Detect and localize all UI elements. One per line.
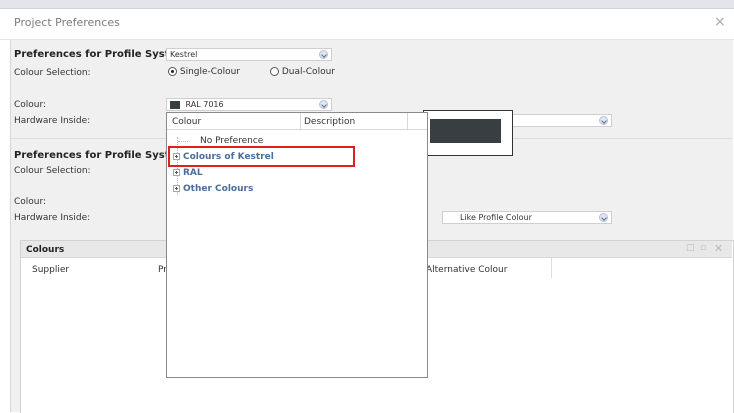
profile-system-value: Kestrel bbox=[170, 50, 198, 59]
hardware-inside-value: Like Profile Colour bbox=[460, 213, 532, 222]
hardware-inside-label: Hardware Inside: bbox=[14, 116, 91, 126]
single-colour-radio[interactable]: Single-Colour bbox=[168, 67, 240, 77]
expand-icon[interactable] bbox=[173, 169, 180, 176]
chevron-down-icon[interactable] bbox=[599, 213, 608, 222]
column-divider bbox=[551, 258, 552, 278]
highlight-annotation bbox=[168, 146, 355, 167]
hardware-inside-combo-2[interactable]: Like Profile Colour bbox=[442, 211, 612, 224]
copy-icon[interactable]: ▫ bbox=[700, 243, 706, 253]
profile-system-combo[interactable]: Kestrel bbox=[166, 48, 332, 61]
column-supplier[interactable]: Supplier bbox=[32, 265, 69, 275]
chevron-down-icon[interactable] bbox=[319, 50, 328, 59]
dropdown-column-divider bbox=[300, 113, 301, 129]
colour-label: Colour: bbox=[14, 100, 47, 110]
colour-selection-label-2: Colour Selection: bbox=[14, 166, 91, 176]
radio-selected-icon[interactable] bbox=[168, 67, 177, 76]
colour-preview-swatch bbox=[430, 119, 501, 143]
tree-item-no-preference[interactable]: No Preference bbox=[200, 136, 263, 146]
column-alternative-colour[interactable]: Alternative Colour bbox=[426, 265, 507, 275]
colours-panel-title: Colours bbox=[26, 245, 65, 255]
chevron-down-icon[interactable] bbox=[319, 100, 328, 109]
tree-item-label: Other Colours bbox=[183, 184, 254, 194]
dual-colour-label: Dual-Colour bbox=[281, 67, 335, 77]
tree-item-ral[interactable]: RAL bbox=[173, 168, 203, 178]
dropdown-column-divider bbox=[407, 113, 408, 129]
colour-selection-label: Colour Selection: bbox=[14, 68, 91, 78]
colour-swatch bbox=[170, 100, 180, 109]
window-title: Project Preferences bbox=[14, 16, 120, 29]
hardware-inside-combo[interactable] bbox=[512, 114, 612, 127]
tree-item-label: RAL bbox=[183, 168, 203, 178]
dual-colour-radio[interactable]: Dual-Colour bbox=[270, 67, 335, 77]
single-colour-label: Single-Colour bbox=[179, 67, 240, 77]
colour-label-2: Colour: bbox=[14, 197, 47, 207]
dropdown-column-description[interactable]: Description bbox=[304, 117, 355, 127]
radio-unselected-icon[interactable] bbox=[270, 67, 279, 76]
colour-value: RAL 7016 bbox=[185, 100, 224, 109]
section2-heading: Preferences for Profile System bbox=[14, 150, 187, 161]
colour-combo[interactable]: RAL 7016 bbox=[166, 98, 332, 111]
tree-item-other-colours[interactable]: Other Colours bbox=[173, 184, 253, 194]
expand-icon[interactable] bbox=[173, 185, 180, 192]
hardware-inside-label-2: Hardware Inside: bbox=[14, 213, 91, 223]
close-window-icon[interactable]: × bbox=[714, 14, 726, 30]
section1-heading: Preferences for Profile System bbox=[14, 49, 187, 60]
close-icon[interactable]: ✕ bbox=[714, 242, 723, 255]
dropdown-column-colour[interactable]: Colour bbox=[172, 117, 201, 127]
tree-guide-line bbox=[178, 141, 188, 143]
document-icon[interactable]: □ bbox=[686, 243, 695, 253]
dropdown-header bbox=[167, 113, 427, 130]
top-frame-bar bbox=[0, 0, 734, 9]
chevron-down-icon[interactable] bbox=[599, 116, 608, 125]
